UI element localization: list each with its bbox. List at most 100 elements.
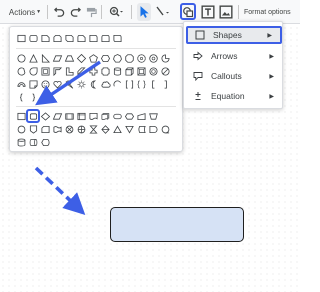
shape-round-same-side[interactable] <box>100 33 110 43</box>
paint-format-button[interactable] <box>84 3 98 21</box>
shape-dodecagon[interactable] <box>148 53 158 63</box>
shape-round-single-corner[interactable] <box>88 33 98 43</box>
menu-item-shapes[interactable]: Shapes ▶ <box>186 26 282 44</box>
shape-pentagon[interactable] <box>88 53 98 63</box>
shape-sun[interactable] <box>76 79 86 89</box>
shape-hexagon[interactable] <box>100 53 110 63</box>
shape-flowchart-summing-junction[interactable] <box>64 124 74 134</box>
shape-flowchart-punched-tape[interactable] <box>52 124 62 134</box>
shape-plaque[interactable] <box>100 66 110 76</box>
shape-rectangle[interactable] <box>16 33 26 43</box>
shape-cross[interactable] <box>88 66 98 76</box>
shape-half-frame[interactable] <box>52 66 62 76</box>
shape-donut[interactable] <box>148 66 158 76</box>
shape-flowchart-manual-operation[interactable] <box>148 111 158 121</box>
zoom-button[interactable] <box>106 3 126 21</box>
insert-shape-menu: Shapes ▶ Arrows ▶ Callouts ▶ Equation ▶ <box>183 21 283 109</box>
shape-can[interactable] <box>112 66 122 76</box>
shape-right-triangle[interactable] <box>40 53 50 63</box>
shape-bevel[interactable] <box>136 66 146 76</box>
shape-cube[interactable] <box>124 66 134 76</box>
shape-frame[interactable] <box>40 66 50 76</box>
shape-round-diagonal[interactable] <box>112 33 122 43</box>
shape-snip-same-side[interactable] <box>52 33 62 43</box>
shape-flowchart-preparation[interactable] <box>124 111 134 121</box>
shape-left-brace[interactable] <box>16 92 26 102</box>
shape-octagon[interactable] <box>124 53 134 63</box>
shape-flowchart-sequential-access-storage[interactable] <box>160 124 170 134</box>
image-button[interactable] <box>219 3 233 21</box>
canvas-rounded-rectangle[interactable] <box>110 207 244 242</box>
shape-flowchart-terminator[interactable] <box>112 111 122 121</box>
shape-button[interactable] <box>180 3 196 20</box>
select-button[interactable] <box>137 3 151 21</box>
shape-pie[interactable] <box>160 53 170 63</box>
shape-snip-single-corner[interactable] <box>40 33 50 43</box>
shape-triangle[interactable] <box>28 53 38 63</box>
shape-block-arc[interactable] <box>16 79 26 89</box>
shape-flowchart-direct-access-storage[interactable] <box>28 137 38 147</box>
shape-flowchart-manual-input[interactable] <box>136 111 146 121</box>
shape-l-shape[interactable] <box>64 66 74 76</box>
shape-moon[interactable] <box>88 79 98 89</box>
shape-rounded-rectangle[interactable] <box>28 33 38 43</box>
menu-item-equation[interactable]: Equation ▶ <box>186 87 282 105</box>
shape-flowchart-connector[interactable] <box>16 124 26 134</box>
shape-no-symbol[interactable] <box>160 66 170 76</box>
shape-chord[interactable] <box>16 66 26 76</box>
shape-heptagon[interactable] <box>112 53 122 63</box>
text-box-button[interactable] <box>201 3 215 21</box>
shape-lightning-bolt[interactable] <box>64 79 74 89</box>
shape-parallelogram[interactable] <box>52 53 62 63</box>
shape-flowchart-card[interactable] <box>40 124 50 134</box>
redo-button[interactable] <box>68 3 82 21</box>
shape-flowchart-alternate-process[interactable] <box>26 109 40 123</box>
shape-diagonal-stripe[interactable] <box>76 66 86 76</box>
format-options-button[interactable]: Format options <box>244 3 302 21</box>
shape-flowchart-stored-data[interactable] <box>136 124 146 134</box>
toolbar-divider <box>238 5 239 19</box>
shape-decagon[interactable] <box>136 53 146 63</box>
shape-snip-round[interactable] <box>76 33 86 43</box>
shape-teardrop[interactable] <box>28 66 38 76</box>
menu-item-arrows[interactable]: Arrows ▶ <box>186 47 282 65</box>
shape-double-brace[interactable] <box>136 79 146 89</box>
shape-flowchart-predefined-process[interactable] <box>64 111 74 121</box>
square-outline-icon <box>193 30 207 40</box>
shape-snip-diagonal[interactable] <box>64 33 74 43</box>
shape-arc[interactable] <box>112 79 122 89</box>
submenu-arrow-icon: ▶ <box>269 73 274 80</box>
shape-flowchart-display[interactable] <box>40 137 50 147</box>
shape-flowchart-data[interactable] <box>52 111 62 121</box>
shape-smiley-face[interactable] <box>40 79 50 89</box>
palette-row-shapes-1 <box>16 53 170 63</box>
shape-cloud[interactable] <box>100 79 111 89</box>
shape-double-bracket[interactable] <box>124 79 134 89</box>
shape-folded-corner[interactable] <box>28 79 38 89</box>
shape-diamond[interactable] <box>76 53 86 63</box>
undo-button[interactable] <box>52 3 66 21</box>
shape-flowchart-merge[interactable] <box>124 124 134 134</box>
shape-ellipse[interactable] <box>16 53 26 63</box>
shape-heart[interactable] <box>52 79 62 89</box>
shape-flowchart-process[interactable] <box>16 111 26 121</box>
shape-flowchart-multidocument[interactable] <box>100 111 110 121</box>
toolbar-divider <box>131 5 132 19</box>
shape-flowchart-sort[interactable] <box>100 124 110 134</box>
shape-flowchart-or[interactable] <box>76 124 86 134</box>
shape-flowchart-internal-storage[interactable] <box>76 111 86 121</box>
shape-trapezoid[interactable] <box>64 53 74 63</box>
line-button[interactable] <box>154 3 172 21</box>
shape-right-brace[interactable] <box>28 92 38 102</box>
menu-item-callouts[interactable]: Callouts ▶ <box>186 67 282 85</box>
shape-left-bracket[interactable] <box>148 79 158 89</box>
shape-flowchart-magnetic-disk[interactable] <box>16 137 26 147</box>
shape-right-bracket[interactable] <box>160 79 170 89</box>
actions-menu-button[interactable]: Actions ▼ <box>6 3 44 21</box>
shape-flowchart-decision[interactable] <box>40 111 50 121</box>
shape-flowchart-delay[interactable] <box>148 124 158 134</box>
shape-flowchart-document[interactable] <box>88 111 98 121</box>
shape-flowchart-collate[interactable] <box>88 124 98 134</box>
shape-flowchart-extract[interactable] <box>112 124 122 134</box>
shape-flowchart-offpage-connector[interactable] <box>28 124 38 134</box>
